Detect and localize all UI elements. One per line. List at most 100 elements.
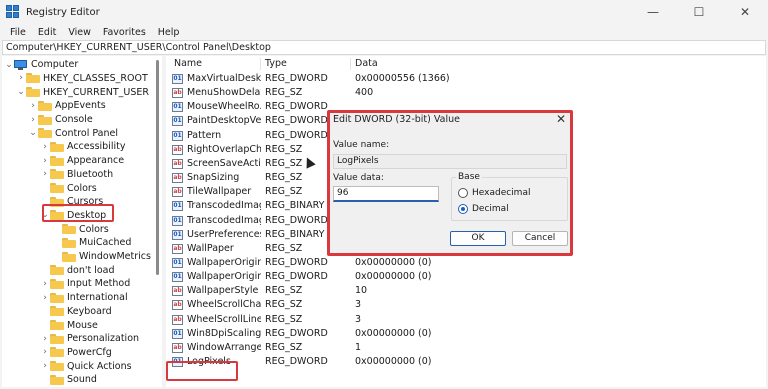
list-row[interactable]: ab MenuShowDelay REG_SZ 400 bbox=[166, 86, 766, 100]
chevron-right-icon[interactable]: › bbox=[16, 73, 26, 83]
binary-value-icon: 01 bbox=[172, 257, 183, 268]
folder-icon bbox=[62, 251, 76, 262]
tree-item[interactable]: Sound bbox=[40, 373, 97, 387]
chevron-right-icon[interactable]: › bbox=[28, 101, 38, 111]
chevron-down-icon[interactable]: ⌄ bbox=[28, 128, 38, 138]
tree-item[interactable]: ⌄ HKEY_CURRENT_USER bbox=[16, 85, 149, 99]
folder-icon bbox=[50, 320, 64, 331]
chevron-right-icon[interactable]: › bbox=[40, 334, 50, 344]
list-row[interactable]: 01 WallpaperOriginX REG_DWORD 0x00000000 (0… bbox=[166, 256, 766, 270]
tree-item[interactable]: MuiCached bbox=[52, 236, 131, 250]
chevron-right-icon[interactable]: › bbox=[40, 279, 50, 289]
value-name: ScreenSaveActive bbox=[187, 157, 261, 169]
column-header-name[interactable]: Name bbox=[170, 56, 260, 71]
value-name: TileWallpaper bbox=[187, 186, 252, 198]
value-type: REG_SZ bbox=[265, 87, 303, 99]
chevron-down-icon[interactable]: ⌄ bbox=[16, 87, 26, 97]
value-name: PaintDesktopVer... bbox=[187, 115, 261, 127]
minimize-button[interactable]: — bbox=[630, 0, 676, 24]
tree-item[interactable]: › PowerCfg bbox=[40, 346, 112, 360]
list-row[interactable]: 01 WallpaperOriginY REG_DWORD 0x00000000 (0… bbox=[166, 270, 766, 284]
tree-item[interactable]: › Personalization bbox=[40, 332, 139, 346]
tree-item[interactable]: › Accessibility bbox=[40, 140, 125, 154]
tree-item[interactable]: › Console bbox=[28, 113, 93, 127]
tree-item-label: Computer bbox=[31, 59, 79, 71]
tree-item[interactable]: Mouse bbox=[40, 318, 98, 332]
list-row[interactable]: ab WallpaperStyle REG_SZ 10 bbox=[166, 284, 766, 298]
tree-item[interactable]: › Appearance bbox=[40, 154, 124, 168]
tree-item[interactable]: ⌄ Control Panel bbox=[28, 127, 118, 141]
tree-item[interactable]: WindowMetrics bbox=[52, 250, 151, 264]
cancel-button[interactable]: Cancel bbox=[512, 231, 568, 246]
list-row[interactable]: ab WindowArrange... REG_SZ 1 bbox=[166, 341, 766, 355]
value-name: WheelScrollLines bbox=[187, 313, 261, 325]
folder-icon bbox=[50, 265, 64, 276]
folder-icon bbox=[50, 333, 64, 344]
chevron-right-icon[interactable]: › bbox=[28, 115, 38, 125]
tree-item[interactable]: Keyboard bbox=[40, 305, 112, 319]
folder-icon bbox=[50, 306, 64, 317]
address-bar[interactable]: Computer\HKEY_CURRENT_USER\Control Panel… bbox=[2, 40, 766, 55]
tree-item[interactable]: › Bluetooth bbox=[40, 168, 113, 182]
tree-item[interactable]: Colors bbox=[40, 181, 97, 195]
list-row[interactable]: ab WheelScrollLines REG_SZ 3 bbox=[166, 313, 766, 327]
folder-icon bbox=[50, 278, 64, 289]
chevron-right-icon[interactable]: › bbox=[40, 293, 50, 303]
value-data: 10 bbox=[355, 285, 368, 297]
tree-item[interactable]: Colors bbox=[52, 222, 109, 236]
list-row[interactable]: 01 MaxVirtualDeskt... REG_DWORD 0x00000556 … bbox=[166, 72, 766, 86]
folder-icon bbox=[38, 100, 52, 111]
tree-item[interactable]: don't load bbox=[40, 264, 115, 278]
value-data-input[interactable]: 96 bbox=[333, 186, 439, 202]
tree-item[interactable]: › AppEvents bbox=[28, 99, 106, 113]
folder-icon bbox=[50, 292, 64, 303]
folder-icon bbox=[50, 374, 64, 385]
list-row[interactable]: 01 LogPixels REG_DWORD 0x00000000 (0) bbox=[166, 355, 766, 369]
close-button[interactable]: ✕ bbox=[722, 0, 768, 24]
tree-item-label: Personalization bbox=[67, 333, 140, 345]
column-header-data[interactable]: Data bbox=[351, 56, 551, 71]
tree-scrollbar[interactable] bbox=[155, 58, 159, 384]
tree-item[interactable]: › International bbox=[40, 291, 127, 305]
value-name: WallpaperStyle bbox=[187, 285, 259, 297]
menu-favorites[interactable]: Favorites bbox=[97, 27, 152, 38]
chevron-right-icon[interactable]: › bbox=[40, 142, 50, 152]
tree-scrollbar-thumb[interactable] bbox=[156, 60, 159, 275]
tree-item[interactable]: › HKEY_CLASSES_ROOT bbox=[16, 72, 148, 86]
decimal-radio[interactable] bbox=[458, 204, 468, 214]
column-header-type[interactable]: Type bbox=[261, 56, 351, 71]
tree-item[interactable]: › Quick Actions bbox=[40, 359, 131, 373]
menu-file[interactable]: File bbox=[4, 27, 32, 38]
menu-view[interactable]: View bbox=[62, 27, 97, 38]
chevron-right-icon[interactable]: › bbox=[40, 347, 50, 357]
chevron-down-icon[interactable]: ⌄ bbox=[4, 60, 14, 70]
folder-icon bbox=[50, 141, 64, 152]
title-bar[interactable]: Registry Editor — ☐ ✕ bbox=[0, 0, 768, 24]
hexadecimal-option[interactable]: Hexadecimal bbox=[458, 188, 530, 198]
menu-help[interactable]: Help bbox=[152, 27, 186, 38]
tree-item[interactable]: ⌄ Computer bbox=[4, 58, 78, 72]
binary-value-icon: 01 bbox=[172, 328, 183, 339]
folder-icon bbox=[50, 169, 64, 180]
menu-edit[interactable]: Edit bbox=[32, 27, 62, 38]
hexadecimal-radio[interactable] bbox=[458, 188, 468, 198]
list-row[interactable]: ab WheelScrollChars REG_SZ 3 bbox=[166, 298, 766, 312]
chevron-right-icon[interactable]: › bbox=[40, 156, 50, 166]
value-type: REG_SZ bbox=[265, 313, 303, 325]
decimal-option[interactable]: Decimal bbox=[458, 204, 509, 214]
dialog-close-button[interactable]: ✕ bbox=[556, 112, 566, 126]
tree-item-label: Mouse bbox=[67, 319, 98, 331]
logpixels-highlight bbox=[166, 361, 238, 381]
chevron-right-icon[interactable]: › bbox=[40, 361, 50, 371]
ok-button[interactable]: OK bbox=[450, 231, 506, 246]
maximize-button[interactable]: ☐ bbox=[676, 0, 722, 24]
chevron-right-icon[interactable]: › bbox=[40, 169, 50, 179]
list-row[interactable]: 01 Win8DpiScaling REG_DWORD 0x00000000 (0) bbox=[166, 327, 766, 341]
binary-value-icon: 01 bbox=[172, 272, 183, 283]
string-value-icon: ab bbox=[172, 286, 183, 297]
folder-icon bbox=[50, 183, 64, 194]
tree-item[interactable]: › Input Method bbox=[40, 277, 130, 291]
